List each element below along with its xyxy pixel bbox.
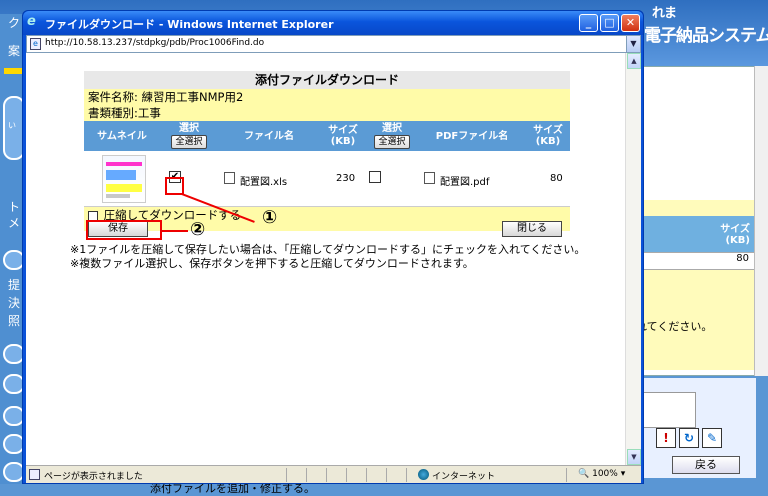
page-icon: e <box>30 38 41 50</box>
col-select1: 選択 全選択 <box>160 121 218 151</box>
download-popup-window: e ファイルダウンロード - Windows Internet Explorer… <box>22 10 644 484</box>
address-dropdown-icon[interactable]: ▼ <box>626 36 640 52</box>
file-thumbnail <box>102 155 146 203</box>
close-window-button[interactable]: ✕ <box>621 14 640 32</box>
background-instruction-text: れてください。 <box>636 320 713 333</box>
status-text: ページが表示されました <box>44 472 143 482</box>
nav-char: 照 <box>8 314 21 328</box>
alert-icon[interactable]: ! <box>656 428 676 448</box>
col-filename: ファイル名 <box>244 130 294 142</box>
security-zone: インターネット <box>418 469 495 482</box>
window-titlebar[interactable]: e ファイルダウンロード - Windows Internet Explorer… <box>23 11 643 35</box>
col-size1: サイズ (KB) <box>328 125 358 147</box>
col-size2: サイズ (KB) <box>533 125 563 147</box>
col-select2: 選択 全選択 <box>366 121 418 151</box>
background-size-cell: 80 <box>636 252 756 270</box>
status-bar: ページが表示されました インターネット 🔍 100% ▾ <box>26 465 641 483</box>
excel-file-icon <box>224 172 235 184</box>
address-url: http://10.58.13.237/stdpkg/pdb/Proc1006F… <box>45 38 265 48</box>
app-logo: れま 電子納品システム <box>644 6 768 46</box>
zoom-control[interactable]: 🔍 100% ▾ <box>578 469 625 479</box>
globe-icon <box>418 469 429 480</box>
download-form: 添付ファイルダウンロード 案件名称: 練習用工事NMP用2 書類種別:工事 サム… <box>84 71 570 237</box>
save-button-highlight-box <box>86 220 162 240</box>
scroll-down-icon[interactable]: ▼ <box>627 449 641 465</box>
nav-char: メ <box>8 216 21 230</box>
case-name: 案件名称: 練習用工事NMP用2 <box>88 90 244 104</box>
nav-char: 提 <box>8 278 21 292</box>
zoom-dropdown-icon[interactable]: ▾ <box>621 469 626 479</box>
pdf-file-icon <box>424 172 435 184</box>
minimize-button[interactable]: _ <box>579 14 598 32</box>
page-content: 添付ファイルダウンロード 案件名称: 練習用工事NMP用2 書類種別:工事 サム… <box>26 53 641 465</box>
window-title: ファイルダウンロード - Windows Internet Explorer <box>45 18 334 31</box>
maximize-button[interactable]: □ <box>600 14 619 32</box>
col-thumbnail: サムネイル <box>97 130 147 142</box>
annotation-line-2 <box>162 230 188 232</box>
background-icon-group: ! ↻ ✎ <box>656 428 722 448</box>
background-textarea[interactable] <box>636 392 696 428</box>
scroll-up-icon[interactable]: ▲ <box>627 53 641 69</box>
popup-scrollbar[interactable]: ▲ ▼ <box>625 53 641 465</box>
nav-char: 決 <box>8 296 21 310</box>
nav-char: ク <box>8 16 21 30</box>
nav-char: 案 <box>8 44 21 58</box>
file-name[interactable]: 配置図.xls <box>240 173 287 188</box>
nav-char: い <box>8 121 16 130</box>
compress-option[interactable]: 圧縮してダウンロードする <box>84 207 570 222</box>
file-size: 230 <box>336 173 356 184</box>
edit-icon[interactable]: ✎ <box>702 428 722 448</box>
page-status-icon <box>29 469 40 480</box>
back-button[interactable]: 戻る <box>672 456 740 474</box>
nav-char: ト <box>8 200 21 214</box>
select-all-button-1[interactable]: 全選択 <box>171 135 207 149</box>
pdf-file-name[interactable]: 配置図.pdf <box>440 173 489 188</box>
pdf-file-size: 80 <box>550 173 563 184</box>
background-scrollbar[interactable] <box>754 66 768 376</box>
form-title: 添付ファイルダウンロード <box>84 71 570 89</box>
annotation-marker-1: ① <box>262 207 278 228</box>
note-line-2: ※複数ファイル選択し、保存ボタンを押下すると圧縮してダウンロードされます。 <box>70 257 474 270</box>
annotation-marker-2: ② <box>190 219 206 240</box>
col-pdf-filename: PDFファイル名 <box>435 130 509 142</box>
table-row: ✔ 配置図.xls 230 配置図.pdf 80 <box>84 151 570 207</box>
close-button[interactable]: 閉じる <box>502 221 562 237</box>
file-table-header: サムネイル 選択 全選択 ファイル名 サイズ (KB) 選択 全選択 PDFファ… <box>84 121 570 151</box>
compress-checkbox[interactable] <box>88 210 98 221</box>
document-type: 書類種別:工事 <box>88 106 161 120</box>
refresh-icon[interactable]: ↻ <box>679 428 699 448</box>
select-pdf-checkbox[interactable] <box>369 171 381 183</box>
address-bar[interactable]: e http://10.58.13.237/stdpkg/pdb/Proc100… <box>26 35 641 53</box>
nav-marker <box>4 68 22 74</box>
ie-icon: e <box>27 14 36 29</box>
background-size-header: サイズ (KB) <box>636 216 756 252</box>
select-all-button-2[interactable]: 全選択 <box>374 135 410 149</box>
zoom-icon: 🔍 <box>578 469 590 479</box>
